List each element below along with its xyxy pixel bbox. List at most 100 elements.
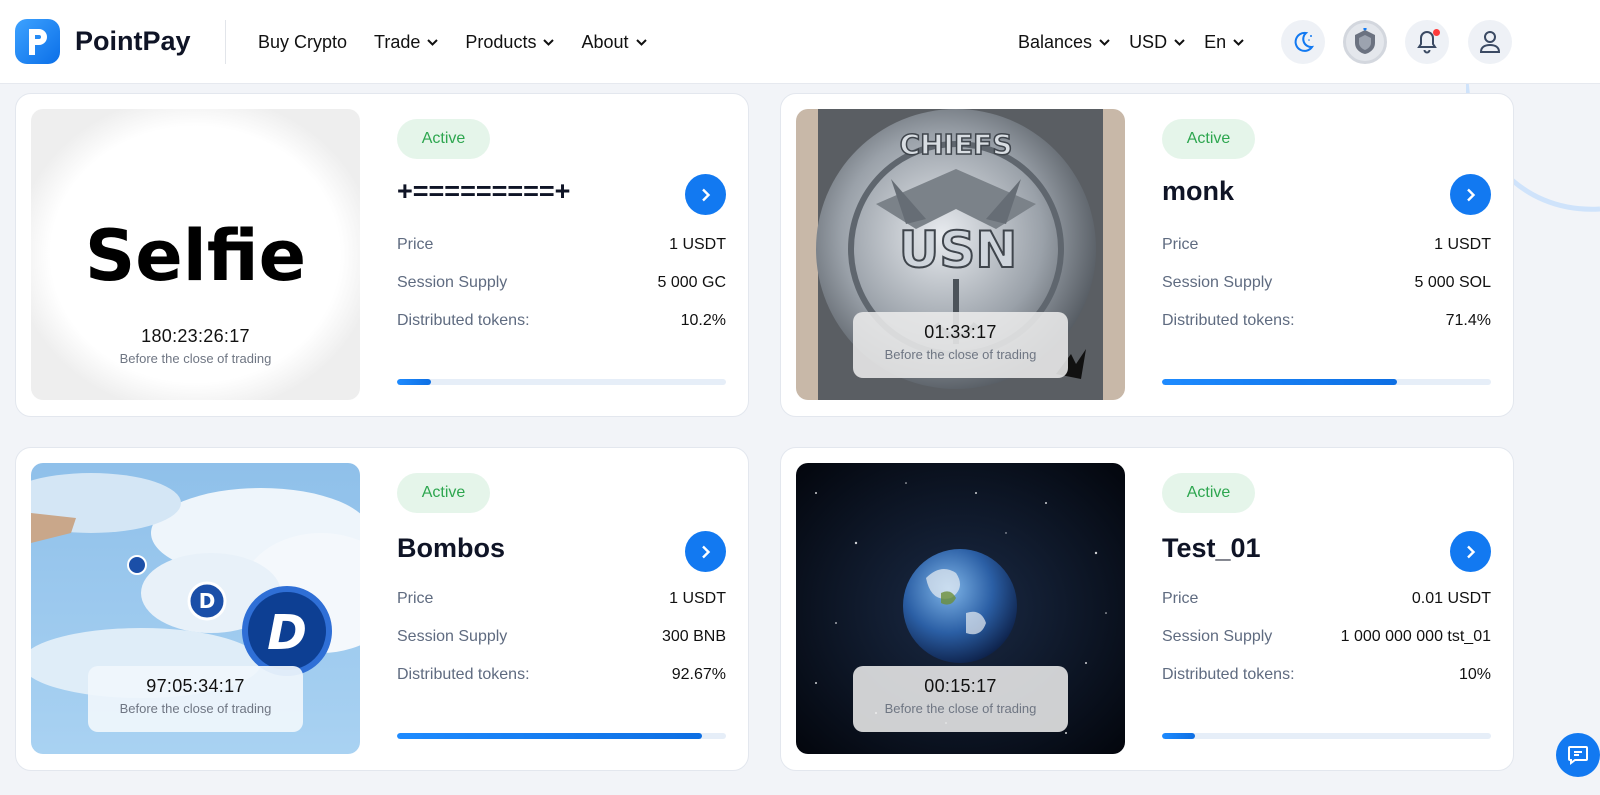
header-divider xyxy=(225,20,226,64)
distributed-label: Distributed tokens: xyxy=(1162,312,1295,329)
timer-value: 01:33:17 xyxy=(924,322,997,342)
moon-icon xyxy=(1294,31,1315,52)
balances-label: Balances xyxy=(1018,31,1093,52)
svg-text:D: D xyxy=(199,589,216,613)
distributed-row: Distributed tokens: 92.67% xyxy=(397,666,726,684)
currency-dropdown[interactable]: USD xyxy=(1129,32,1185,53)
chevron-right-icon xyxy=(701,545,710,558)
distributed-row: Distributed tokens: 71.4% xyxy=(1162,312,1491,330)
price-label: Price xyxy=(397,236,434,253)
open-card-button[interactable] xyxy=(685,174,726,215)
chevron-down-icon xyxy=(1174,38,1185,46)
distributed-value: 71.4% xyxy=(1445,312,1491,329)
open-card-button[interactable] xyxy=(1450,531,1491,572)
chevron-down-icon xyxy=(543,38,555,46)
main-nav: Buy Crypto Trade Products About xyxy=(258,0,674,84)
supply-value: 5 000 SOL xyxy=(1414,274,1492,291)
level-badge-button[interactable] xyxy=(1343,20,1387,64)
timer-caption: Before the close of trading xyxy=(884,347,1037,362)
nav-products[interactable]: Products xyxy=(465,32,555,53)
brand-logo[interactable]: PointPay xyxy=(15,19,191,64)
distribution-progress-bar xyxy=(1162,733,1491,739)
price-value: 1 USDT xyxy=(669,590,726,607)
distributed-value: 92.67% xyxy=(671,666,726,683)
timer-caption: Before the close of trading xyxy=(119,701,272,716)
nav-label: Trade xyxy=(374,31,421,52)
distribution-progress-bar xyxy=(1162,379,1491,385)
distributed-label: Distributed tokens: xyxy=(397,312,530,329)
distributed-value: 10% xyxy=(1458,666,1491,683)
nav-label: About xyxy=(581,31,629,52)
card-image: USN CHIEFS 01:33:17 Before the close of … xyxy=(796,109,1125,400)
supply-value: 1 000 000 000 tst_01 xyxy=(1340,628,1491,645)
price-label: Price xyxy=(1162,236,1199,253)
supply-row: Session Supply 5 000 SOL xyxy=(1162,274,1491,292)
chevron-down-icon xyxy=(427,38,439,46)
chevron-down-icon xyxy=(635,38,647,46)
profile-button[interactable] xyxy=(1468,20,1512,64)
price-value: 0.01 USDT xyxy=(1411,590,1491,607)
chevron-right-icon xyxy=(1466,188,1475,201)
theme-toggle-button[interactable] xyxy=(1281,20,1325,64)
card-image: D D 97:05:34:17 Before the close of trad… xyxy=(31,463,360,754)
ido-card: Selfie 180:23:26:17 Before the close of … xyxy=(15,93,749,417)
progress-fill xyxy=(1162,733,1195,739)
timer-value: 97:05:34:17 xyxy=(146,676,245,696)
supply-label: Session Supply xyxy=(397,628,508,645)
status-badge: Active xyxy=(1162,119,1255,159)
price-value: 1 USDT xyxy=(1434,236,1491,253)
progress-fill xyxy=(1162,379,1397,385)
card-title: monk xyxy=(1162,176,1235,206)
distribution-progress-bar xyxy=(397,379,726,385)
price-row: Price 1 USDT xyxy=(1162,236,1491,254)
header-controls: Balances USD En xyxy=(1018,0,1263,84)
selfie-image-text: Selfie xyxy=(84,215,307,297)
notification-dot xyxy=(1433,29,1440,36)
shield-badge-icon xyxy=(1355,28,1375,54)
chat-icon xyxy=(1568,746,1588,765)
notifications-button[interactable] xyxy=(1405,20,1449,64)
supply-value: 5 000 GC xyxy=(657,274,726,291)
price-row: Price 0.01 USDT xyxy=(1162,590,1491,608)
card-image: Selfie 180:23:26:17 Before the close of … xyxy=(31,109,360,400)
nav-trade[interactable]: Trade xyxy=(374,31,439,53)
distributed-row: Distributed tokens: 10.2% xyxy=(397,312,726,330)
price-label: Price xyxy=(397,590,434,607)
price-value: 1 USDT xyxy=(669,236,726,253)
chevron-right-icon xyxy=(701,188,710,201)
timer-value: 180:23:26:17 xyxy=(141,326,250,346)
status-badge: Active xyxy=(397,473,490,513)
svg-text:CHIEFS: CHIEFS xyxy=(900,128,1013,161)
nav-label: Buy Crypto xyxy=(258,31,348,52)
card-image: 00:15:17 Before the close of trading xyxy=(796,463,1125,754)
currency-label: USD xyxy=(1129,31,1168,52)
countdown-timer: 97:05:34:17 Before the close of trading xyxy=(88,666,303,732)
open-card-button[interactable] xyxy=(685,531,726,572)
nav-about[interactable]: About xyxy=(581,31,647,53)
ido-card: USN CHIEFS 01:33:17 Before the close of … xyxy=(780,93,1514,417)
countdown-timer: 00:15:17 Before the close of trading xyxy=(853,666,1068,732)
svg-text:USN: USN xyxy=(899,221,1017,279)
card-title: Test_01 xyxy=(1162,533,1261,563)
open-card-button[interactable] xyxy=(1450,174,1491,215)
chevron-down-icon xyxy=(1099,38,1110,46)
nav-buy-crypto[interactable]: Buy Crypto xyxy=(258,32,347,53)
card-title: +=========+ xyxy=(397,176,571,206)
timer-value: 00:15:17 xyxy=(924,676,997,696)
price-label: Price xyxy=(1162,590,1199,607)
status-badge: Active xyxy=(1162,473,1255,513)
balances-dropdown[interactable]: Balances xyxy=(1018,32,1110,53)
distributed-label: Distributed tokens: xyxy=(397,666,530,683)
support-chat-button[interactable] xyxy=(1556,733,1600,777)
card-title: Bombos xyxy=(397,533,505,563)
language-dropdown[interactable]: En xyxy=(1204,32,1244,53)
language-label: En xyxy=(1204,31,1227,52)
timer-caption: Before the close of trading xyxy=(884,701,1037,716)
distributed-label: Distributed tokens: xyxy=(1162,666,1295,683)
supply-value: 300 BNB xyxy=(661,628,726,645)
supply-row: Session Supply 1 000 000 000 tst_01 xyxy=(1162,628,1491,646)
countdown-timer: 180:23:26:17 Before the close of trading xyxy=(88,316,303,382)
brand-name: PointPay xyxy=(75,26,191,56)
price-row: Price 1 USDT xyxy=(397,236,726,254)
distribution-progress-bar xyxy=(397,733,726,739)
